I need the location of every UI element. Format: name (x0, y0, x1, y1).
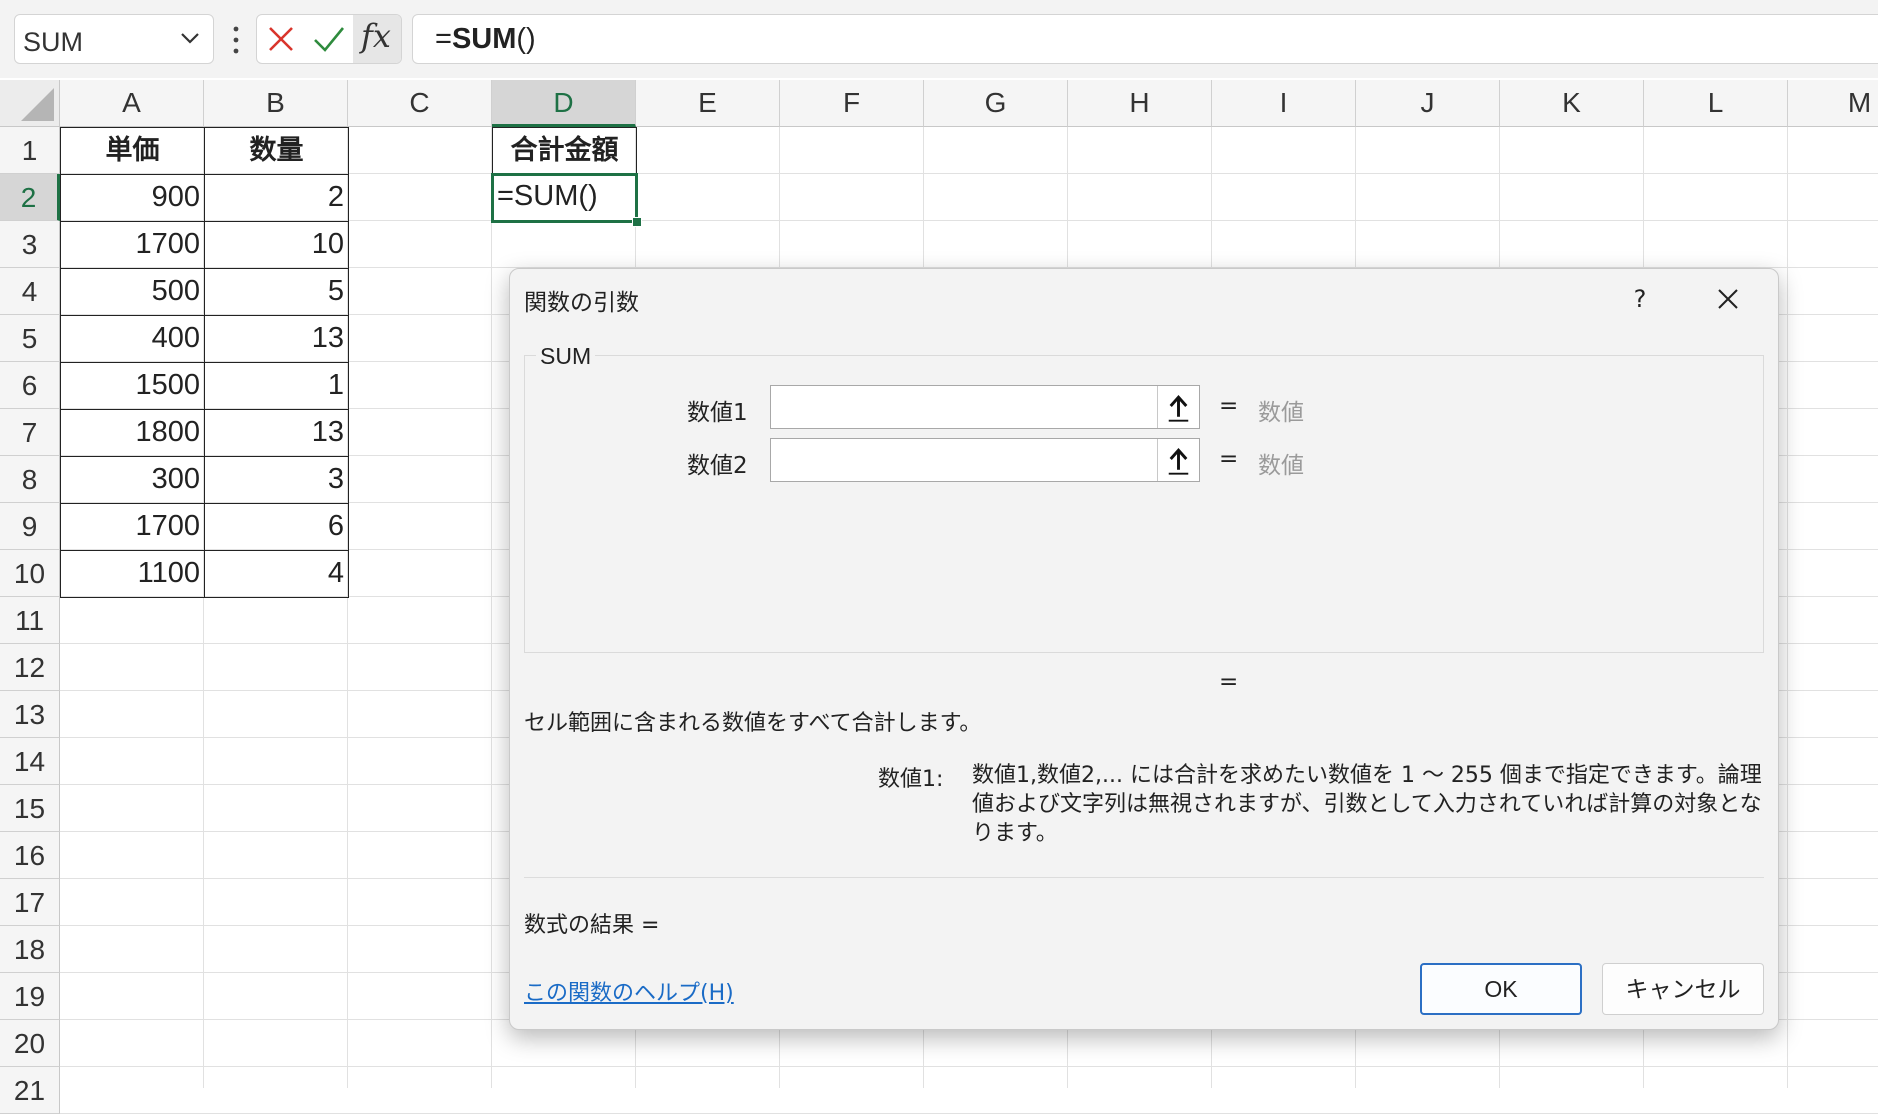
function-help-link[interactable]: この関数のヘルプ(H) (524, 975, 734, 1007)
gridline-horizontal (60, 1066, 1878, 1067)
cell-b3[interactable]: 10 (204, 221, 349, 269)
divider (524, 877, 1764, 878)
cell-a6[interactable]: 1500 (60, 362, 205, 410)
row-header-7[interactable]: 7 (0, 409, 60, 456)
cell-a8[interactable]: 300 (60, 456, 205, 504)
cell-b5[interactable]: 13 (204, 315, 349, 363)
active-cell-d2[interactable]: =SUM() (491, 173, 638, 223)
column-header-b[interactable]: B (204, 80, 348, 127)
collapse-dialog-icon[interactable] (1157, 386, 1199, 428)
cell-b6[interactable]: 1 (204, 362, 349, 410)
arg-field-2[interactable] (771, 439, 1156, 481)
row-header-5[interactable]: 5 (0, 315, 60, 362)
arg-input-2[interactable] (770, 438, 1200, 482)
column-header-k[interactable]: K (1500, 80, 1644, 127)
cell-a7[interactable]: 1800 (60, 409, 205, 457)
collapse-dialog-icon[interactable] (1157, 439, 1199, 481)
dialog-title: 関数の引数 (524, 290, 639, 316)
cell-a1[interactable]: 単価 (60, 127, 205, 175)
gridline-vertical (1787, 127, 1788, 1088)
ok-button[interactable]: OK (1420, 963, 1582, 1015)
row-header-9[interactable]: 9 (0, 503, 60, 550)
arg-equals-2: = (1219, 446, 1239, 472)
row-header-16[interactable]: 16 (0, 832, 60, 879)
row-header-13[interactable]: 13 (0, 691, 60, 738)
arg-description-label: 数値1: (878, 767, 944, 792)
name-box[interactable]: SUM (14, 14, 214, 64)
row-header-14[interactable]: 14 (0, 738, 60, 785)
row-header-4[interactable]: 4 (0, 268, 60, 315)
chevron-down-icon[interactable] (175, 23, 205, 53)
arg-label-2: 数値2 (687, 453, 748, 479)
row-header-12[interactable]: 12 (0, 644, 60, 691)
formula-text: =SUM() (435, 23, 536, 55)
name-box-value: SUM (23, 27, 83, 57)
arg-hint-2: 数値 (1258, 453, 1304, 479)
formula-bar: SUM fx =SUM() (0, 0, 1878, 78)
row-header-18[interactable]: 18 (0, 926, 60, 973)
row-header-19[interactable]: 19 (0, 973, 60, 1020)
cell-b9[interactable]: 6 (204, 503, 349, 551)
cell-b2[interactable]: 2 (204, 174, 349, 222)
function-result-equals: = (1219, 669, 1239, 695)
row-header-3[interactable]: 3 (0, 221, 60, 268)
more-options-icon[interactable] (226, 20, 246, 60)
cell-a3[interactable]: 1700 (60, 221, 205, 269)
formula-buttons: fx (256, 14, 402, 64)
cell-a9[interactable]: 1700 (60, 503, 205, 551)
row-header-2[interactable]: 2 (0, 174, 60, 221)
row-header-6[interactable]: 6 (0, 362, 60, 409)
function-arguments-dialog: 関数の引数 ? SUM 数値1 = 数値 数値2 = 数値 = セル範囲に含まれ… (509, 268, 1779, 1030)
column-header-c[interactable]: C (348, 80, 492, 127)
confirm-entry-icon[interactable] (305, 15, 353, 63)
row-header-10[interactable]: 10 (0, 550, 60, 597)
arg-label-1: 数値1 (687, 400, 748, 426)
column-header-l[interactable]: L (1644, 80, 1788, 127)
cell-a10[interactable]: 1100 (60, 550, 205, 598)
column-header-j[interactable]: J (1356, 80, 1500, 127)
select-all-corner[interactable] (0, 80, 60, 127)
column-header-e[interactable]: E (636, 80, 780, 127)
cell-b4[interactable]: 5 (204, 268, 349, 316)
fill-handle[interactable] (632, 217, 642, 227)
column-header-m[interactable]: M (1788, 80, 1878, 127)
help-button[interactable]: ? (1618, 277, 1662, 321)
column-header-h[interactable]: H (1068, 80, 1212, 127)
function-description: セル範囲に含まれる数値をすべて合計します。 (524, 711, 982, 736)
arg-description: 数値1,数値2,... には合計を求めたい数値を 1 ～ 255 個まで指定でき… (972, 763, 1762, 846)
insert-function-button[interactable]: fx (353, 15, 401, 63)
cell-b10[interactable]: 4 (204, 550, 349, 598)
arg-input-1[interactable] (770, 385, 1200, 429)
row-header-11[interactable]: 11 (0, 597, 60, 644)
fx-icon: fx (361, 17, 391, 55)
row-header-15[interactable]: 15 (0, 785, 60, 832)
cell-b8[interactable]: 3 (204, 456, 349, 504)
cell-a2[interactable]: 900 (60, 174, 205, 222)
row-header-8[interactable]: 8 (0, 456, 60, 503)
cancel-entry-icon[interactable] (257, 15, 305, 63)
cancel-button[interactable]: キャンセル (1602, 963, 1764, 1015)
cell-b7[interactable]: 13 (204, 409, 349, 457)
row-header-20[interactable]: 20 (0, 1020, 60, 1067)
formula-input[interactable]: =SUM() (412, 14, 1878, 64)
column-header-g[interactable]: G (924, 80, 1068, 127)
column-header-f[interactable]: F (780, 80, 924, 127)
column-header-a[interactable]: A (60, 80, 204, 127)
row-header-17[interactable]: 17 (0, 879, 60, 926)
cell-a5[interactable]: 400 (60, 315, 205, 363)
function-name: SUM (536, 343, 596, 370)
row-header-21[interactable]: 21 (0, 1067, 60, 1114)
close-icon[interactable] (1706, 277, 1750, 321)
cell-b1[interactable]: 数量 (204, 127, 349, 175)
arg-hint-1: 数値 (1258, 400, 1304, 426)
row-header-1[interactable]: 1 (0, 127, 60, 174)
formula-result: 数式の結果 = (524, 913, 660, 938)
arg-equals-1: = (1219, 393, 1239, 419)
cell-d1[interactable]: 合計金額 (492, 127, 637, 175)
column-header-d[interactable]: D (492, 80, 636, 127)
arg-field-1[interactable] (771, 386, 1156, 428)
gridline-vertical (491, 127, 492, 1088)
cell-a4[interactable]: 500 (60, 268, 205, 316)
column-header-i[interactable]: I (1212, 80, 1356, 127)
